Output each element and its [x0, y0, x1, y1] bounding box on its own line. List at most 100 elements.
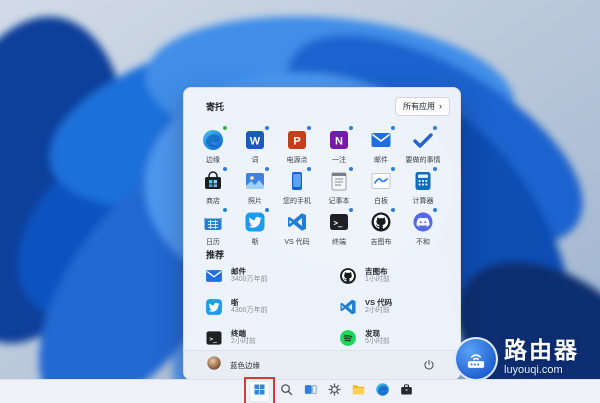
pinned-app-edge[interactable]: 边缘 — [192, 126, 234, 167]
watermark-site-url: luyouqi.com — [504, 364, 579, 376]
word-icon: W — [243, 128, 267, 152]
svg-text:>_: >_ — [334, 219, 344, 228]
pinned-app-label: 计算器 — [413, 196, 434, 206]
recommended-section-title: 推荐 — [206, 250, 224, 260]
recommended-item-time: 3400万年前 — [231, 276, 268, 285]
mail-icon — [369, 128, 393, 152]
recommended-item-label: 哳 — [231, 298, 268, 307]
pinned-app-label: 边缘 — [206, 155, 220, 165]
recommended-item-label: VS 代码 — [365, 298, 392, 307]
pinned-header-row: 寄托 所有应用 › — [206, 97, 450, 115]
recommended-item-time: 2小时前 — [365, 307, 392, 316]
recommended-item-terminal[interactable]: >_ 终端2小时前 — [204, 326, 338, 350]
github-icon — [369, 210, 393, 234]
watermark-site-name: 路由器 — [504, 338, 579, 363]
pinned-app-label: 要做的事情 — [406, 155, 441, 165]
pinned-app-github[interactable]: 吉图布 — [360, 208, 402, 249]
pinned-app-photos[interactable]: 照片 — [234, 167, 276, 208]
taskview-icon — [303, 382, 318, 402]
update-badge — [433, 208, 437, 212]
file-explorer-button[interactable] — [351, 384, 366, 399]
recommended-item-label: 邮件 — [231, 267, 268, 276]
windows-icon — [252, 382, 267, 402]
pinned-app-vscode[interactable]: VS 代码 — [276, 208, 318, 249]
briefcase-button[interactable] — [399, 384, 414, 399]
update-badge — [223, 208, 227, 212]
pinned-app-label: 电源点 — [287, 155, 308, 165]
user-name: 蓝色边缘 — [230, 360, 260, 371]
discord-icon — [411, 210, 435, 234]
pinned-app-label: 您的手机 — [283, 196, 311, 206]
update-badge — [265, 126, 269, 130]
site-watermark: 路由器 luyouqi.com — [454, 337, 579, 381]
recommended-item-time: 2小时前 — [231, 338, 256, 347]
pinned-app-label: 哳 — [252, 237, 259, 247]
edge-browser-button[interactable] — [375, 384, 390, 399]
vscode-icon — [338, 297, 358, 317]
svg-text:P: P — [293, 136, 300, 148]
settings-button[interactable] — [327, 384, 342, 399]
pinned-app-onenote[interactable]: N一注 — [318, 126, 360, 167]
power-button[interactable] — [420, 356, 438, 374]
phone-icon — [285, 169, 309, 193]
recommended-item-label: 终端 — [231, 329, 256, 338]
search-icon — [279, 382, 294, 402]
pinned-app-store[interactable]: 商店 — [192, 167, 234, 208]
pinned-app-label: 照片 — [248, 196, 262, 206]
pinned-app-label: VS 代码 — [284, 237, 309, 247]
recommended-item-vscode[interactable]: VS 代码2小时前 — [338, 295, 444, 319]
update-badge — [349, 167, 353, 171]
update-badge — [349, 126, 353, 130]
store-icon — [201, 169, 225, 193]
recommended-item-github[interactable]: 吉图布1小时前 — [338, 264, 444, 288]
gear-icon — [327, 382, 342, 402]
recommended-grid: 邮件3400万年前吉图布1小时前哳4300万年前VS 代码2小时前>_终端2小时… — [204, 264, 444, 350]
twitter-icon — [204, 297, 224, 317]
photos-icon — [243, 169, 267, 193]
pinned-app-whiteboard[interactable]: 白板 — [360, 167, 402, 208]
pinned-app-todo[interactable]: 要做的事情 — [402, 126, 444, 167]
pinned-app-discord[interactable]: 不和 — [402, 208, 444, 249]
pinned-app-label: 邮件 — [374, 155, 388, 165]
recommended-item-spotify[interactable]: 发现5小时前 — [338, 326, 444, 350]
pinned-app-word[interactable]: W词 — [234, 126, 276, 167]
update-badge — [223, 167, 227, 171]
all-apps-button[interactable]: 所有应用 › — [395, 97, 450, 116]
pinned-app-notepad[interactable]: 记事本 — [318, 167, 360, 208]
pinned-app-label: 吉图布 — [371, 237, 392, 247]
taskbar-icon-group — [249, 380, 414, 403]
start-button[interactable] — [249, 381, 270, 402]
calendar-icon — [201, 210, 225, 234]
all-apps-label: 所有应用 — [403, 101, 435, 112]
task-view-button[interactable] — [303, 384, 318, 399]
recommended-item-twitter[interactable]: 哳4300万年前 — [204, 295, 338, 319]
update-badge — [265, 208, 269, 212]
recommended-item-time: 1小时前 — [365, 276, 390, 285]
pinned-app-powerpoint[interactable]: P 电源点 — [276, 126, 318, 167]
update-badge — [223, 126, 227, 130]
svg-text:>_: >_ — [209, 336, 217, 343]
pinned-app-twitter[interactable]: 哳 — [234, 208, 276, 249]
terminal-icon: >_ — [204, 328, 224, 348]
update-badge — [391, 126, 395, 130]
pinned-app-calendar[interactable]: 日历 — [192, 208, 234, 249]
user-account-button[interactable]: 蓝色边缘 — [206, 355, 260, 376]
recommended-header-row: 推荐 — [206, 245, 224, 263]
vscode-icon — [285, 210, 309, 234]
recommended-item-mail[interactable]: 邮件3400万年前 — [204, 264, 338, 288]
pinned-app-mail[interactable]: 邮件 — [360, 126, 402, 167]
github-icon — [338, 266, 358, 286]
pinned-app-terminal[interactable]: >_终端 — [318, 208, 360, 249]
taskbar — [0, 379, 600, 403]
pinned-app-label: 商店 — [206, 196, 220, 206]
folder-icon — [351, 382, 366, 402]
start-menu-user-bar: 蓝色边缘 — [184, 350, 460, 379]
search-button[interactable] — [279, 384, 294, 399]
pinned-app-calculator[interactable]: 计算器 — [402, 167, 444, 208]
pinned-app-phone[interactable]: 您的手机 — [276, 167, 318, 208]
update-badge — [349, 208, 353, 212]
update-badge — [433, 126, 437, 130]
pinned-apps-grid: 边缘 W词 P 电源点 N一注邮件 要做的事情商店 照片 您的手机记事本白板计算器日历哳 VS … — [192, 126, 452, 249]
recommended-item-time: 5小时前 — [365, 338, 390, 347]
todo-icon — [411, 128, 435, 152]
